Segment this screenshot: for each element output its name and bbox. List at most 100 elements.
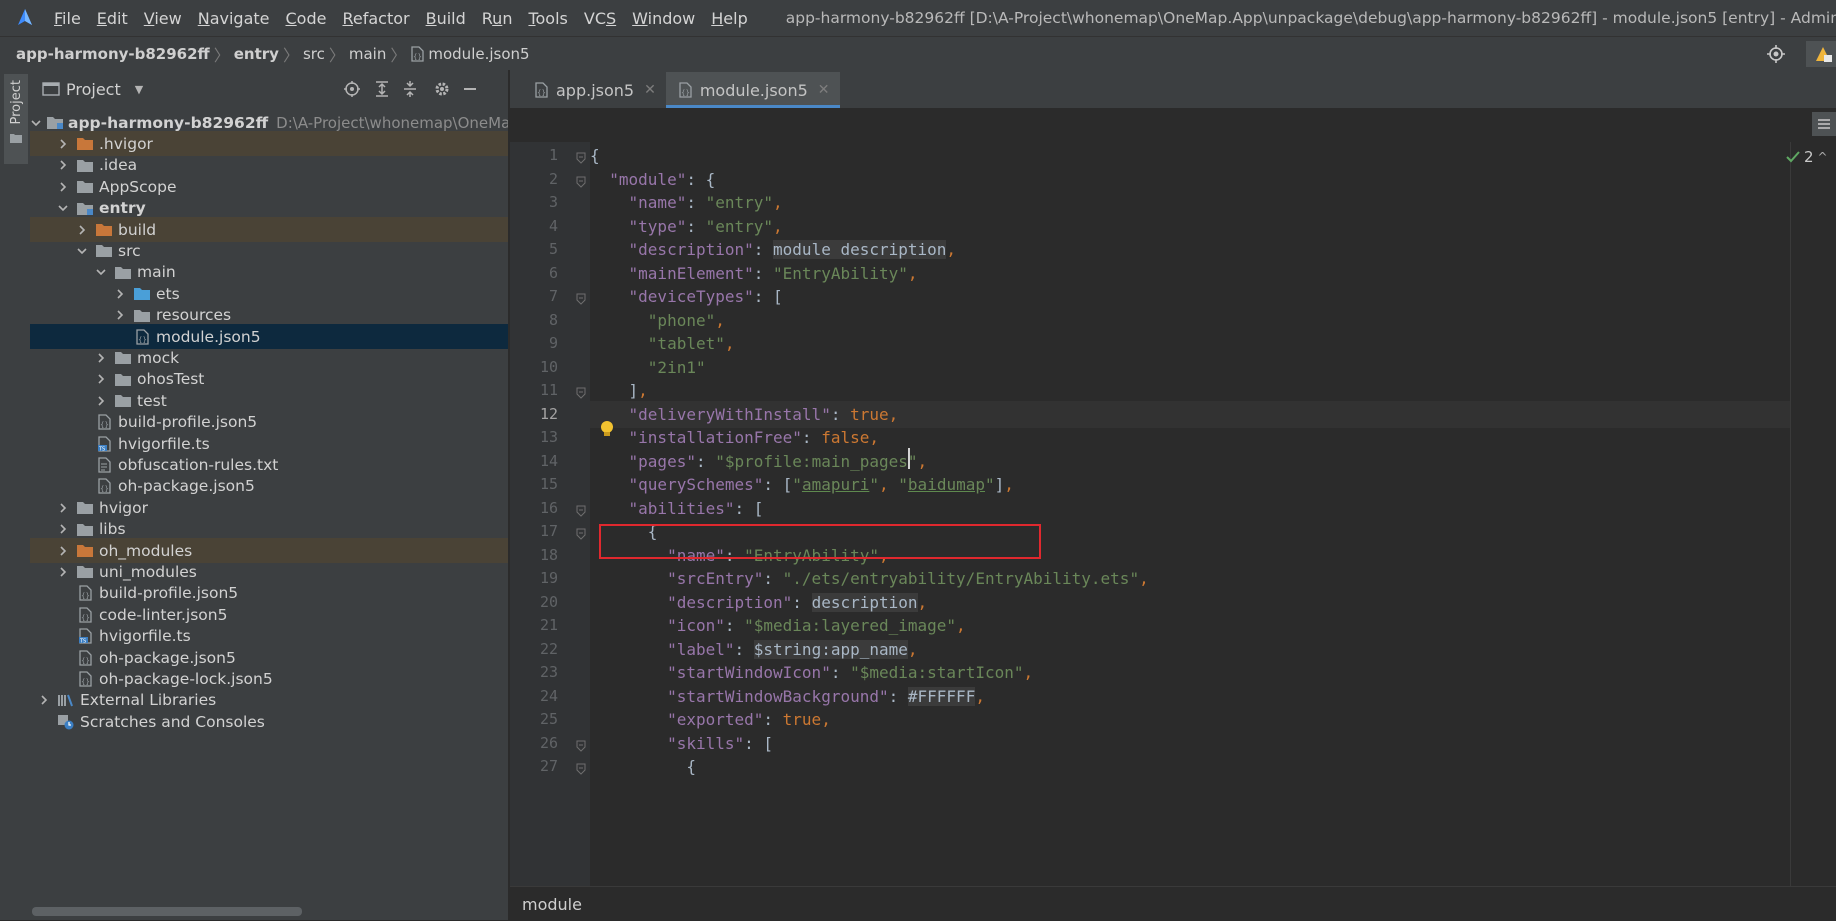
json-file-icon: {} (75, 606, 95, 624)
menu-bar: File Edit View Navigate Code Refactor Build Run… (0, 0, 1836, 36)
menu-refactor[interactable]: Refactor (334, 9, 417, 28)
menu-build[interactable]: Build (418, 9, 474, 28)
close-icon[interactable]: ✕ (644, 82, 656, 98)
gear-icon[interactable] (432, 79, 452, 99)
tree-item-label: hvigor (99, 498, 148, 517)
chevron-down-icon[interactable]: ▼ (135, 83, 143, 96)
chevron-right-icon[interactable] (74, 222, 90, 238)
fold-marker-icon[interactable] (576, 525, 586, 540)
hide-panel-icon[interactable] (460, 79, 480, 99)
crumb-main[interactable]: main (349, 45, 386, 63)
locate-file-icon[interactable] (342, 79, 362, 99)
error-stripe[interactable] (1790, 142, 1836, 886)
crumb-project[interactable]: app-harmony-b82962ff (16, 45, 210, 63)
code-token: #FFFFFF (907, 686, 976, 706)
locate-icon[interactable] (1766, 44, 1786, 68)
fold-marker-icon[interactable] (576, 173, 586, 188)
json-file-icon: {} (94, 477, 114, 495)
chevron-right-icon[interactable] (93, 393, 109, 409)
code-token: "installationFree" (628, 428, 802, 447)
menu-file[interactable]: File (46, 9, 89, 28)
chevron-right-icon[interactable] (55, 543, 71, 559)
chevron-right-icon[interactable] (55, 564, 71, 580)
menu-help[interactable]: Help (703, 9, 755, 28)
code-token: false, (821, 428, 879, 447)
fold-marker-icon[interactable] (576, 149, 586, 164)
fold-marker-icon[interactable] (576, 737, 586, 752)
chevron-down-icon[interactable] (74, 243, 90, 259)
code-token: "description" (667, 592, 793, 612)
svg-text:{}: {} (81, 678, 90, 686)
code-token: : (888, 686, 908, 706)
chevron-up-icon[interactable]: ^ (1818, 150, 1828, 164)
crumb-src[interactable]: src (303, 45, 325, 63)
fold-marker-icon[interactable] (576, 502, 586, 517)
project-tool-button[interactable]: Project (4, 74, 28, 164)
chevron-right-icon[interactable] (55, 136, 71, 152)
chevron-right-icon[interactable] (93, 371, 109, 387)
menu-run[interactable]: Run (474, 9, 521, 28)
code-token: , (917, 592, 928, 612)
reader-mode-icon[interactable] (1812, 112, 1836, 136)
tree-item[interactable]: Scratches and Consoles (30, 709, 508, 734)
menu-view[interactable]: View (136, 9, 190, 28)
folder-icon (113, 370, 133, 388)
crumb-module[interactable]: entry (234, 45, 279, 63)
menu-window[interactable]: Window (624, 9, 703, 28)
device-selector-icon[interactable] (1806, 41, 1836, 67)
code-editor[interactable]: { "module": { "name": "entry", "type": "… (590, 142, 1790, 886)
menu-vcs[interactable]: VCS (576, 9, 624, 28)
tab-app-json5[interactable]: {} app.json5 ✕ (522, 72, 666, 108)
tree-item-label: oh-package.json5 (99, 648, 236, 667)
menu-edit[interactable]: Edit (89, 9, 136, 28)
chevron-down-icon[interactable] (30, 115, 42, 131)
project-panel-title[interactable]: Project (66, 80, 121, 99)
menu-navigate[interactable]: Navigate (190, 9, 278, 28)
chevron-down-icon[interactable] (93, 264, 109, 280)
fold-marker-icon[interactable] (576, 760, 586, 775)
tree-item-label: ets (156, 284, 180, 303)
code-token: $string:app_name (753, 639, 908, 659)
chevron-right-icon[interactable] (55, 157, 71, 173)
tree-item-label: build-profile.json5 (118, 413, 258, 432)
json-file-icon: {} (411, 46, 425, 62)
chevron-down-icon[interactable] (55, 200, 71, 216)
tree-item-label: oh-package-lock.json5 (99, 669, 273, 688)
chevron-right-icon[interactable] (55, 179, 71, 195)
chevron-right-icon[interactable] (93, 350, 109, 366)
chevron-right-icon[interactable] (112, 286, 128, 302)
collapse-all-icon[interactable] (400, 79, 420, 99)
tab-module-json5[interactable]: {} module.json5 ✕ (665, 72, 840, 108)
menu-code[interactable]: Code (278, 9, 335, 28)
expand-all-icon[interactable] (372, 79, 392, 99)
line-number-gutter[interactable]: 1 2 3 4 5 6 7 8 9 10 11 12 13 14 15 16 17 18 19 20 21 22 23 24 2… (510, 142, 590, 886)
tree-item-label: ohosTest (137, 370, 205, 389)
crumb-file[interactable]: {} module.json5 (410, 45, 530, 63)
code-token: , (907, 639, 918, 659)
code-token: "description" (628, 240, 754, 259)
code-token: true, (850, 404, 899, 424)
close-icon[interactable]: ✕ (818, 82, 830, 98)
menu-tools[interactable]: Tools (520, 9, 575, 28)
project-panel-header: Project ▼ (30, 70, 508, 109)
typescript-file-icon: TS (75, 627, 95, 645)
structure-breadcrumb[interactable]: module (522, 895, 582, 914)
code-line: { (590, 753, 696, 780)
code-token: , (1023, 663, 1034, 682)
folder-icon (75, 178, 95, 196)
fold-marker-icon[interactable] (576, 290, 586, 305)
chevron-right-icon[interactable] (55, 521, 71, 537)
fold-marker-icon[interactable] (576, 384, 586, 399)
code-token: : (763, 710, 783, 729)
chevron-right-icon[interactable] (36, 692, 52, 708)
tree-horizontal-scrollbar[interactable] (30, 903, 508, 920)
editor-status-breadcrumb: module (510, 886, 1836, 921)
scrollbar-thumb[interactable] (32, 907, 302, 916)
chevron-right-icon[interactable] (112, 307, 128, 323)
code-token: "icon" (667, 616, 725, 635)
lightbulb-icon[interactable] (598, 419, 616, 439)
inspection-widget[interactable]: 2 ^ (1786, 148, 1828, 166)
chevron-right-icon[interactable] (55, 500, 71, 516)
folder-icon (75, 156, 95, 174)
